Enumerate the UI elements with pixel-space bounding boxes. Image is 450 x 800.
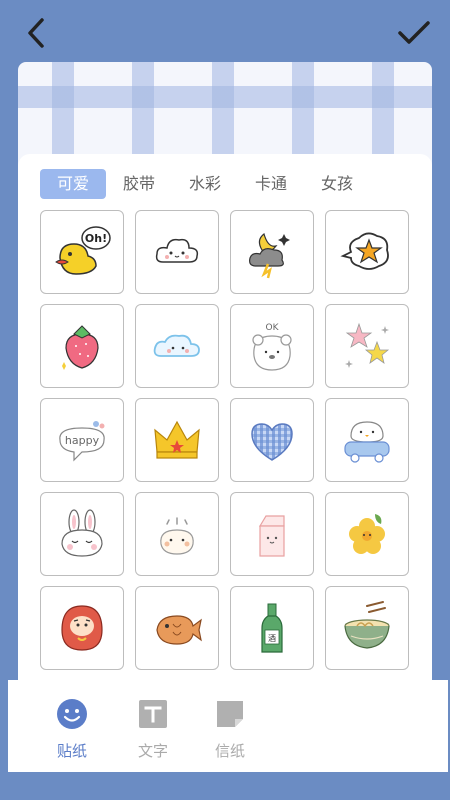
sake-bottle-icon: 酒 bbox=[261, 603, 283, 653]
sticker-text-sake: 酒 bbox=[268, 634, 276, 643]
sticker-sake-bottle[interactable]: 酒 bbox=[230, 586, 314, 670]
star-bubble-icon bbox=[340, 232, 389, 270]
duck-icon: Oh! bbox=[55, 226, 111, 275]
sticker-ramen-bowl[interactable] bbox=[325, 586, 409, 670]
bird-car-icon bbox=[344, 421, 390, 463]
moon-storm-icon bbox=[249, 232, 290, 279]
tab-watercolor[interactable]: 水彩 bbox=[172, 169, 238, 199]
strawberry-icon bbox=[62, 325, 99, 370]
blue-cloud-icon bbox=[153, 334, 200, 357]
sticker-ok-bear[interactable]: OK bbox=[230, 304, 314, 388]
text-t-icon bbox=[137, 698, 169, 730]
sticker-cloud-face[interactable] bbox=[135, 210, 219, 294]
sticker-hamster[interactable] bbox=[135, 492, 219, 576]
stars-icon bbox=[345, 322, 390, 368]
happy-bubble-icon: happy bbox=[59, 421, 105, 462]
sticker-yellow-flower[interactable] bbox=[325, 492, 409, 576]
back-icon[interactable] bbox=[22, 16, 52, 50]
plaid-heart-icon bbox=[251, 423, 293, 461]
tab-tape[interactable]: 胶带 bbox=[106, 169, 172, 199]
sticker-strawberry[interactable] bbox=[40, 304, 124, 388]
crown-icon bbox=[154, 420, 200, 459]
sticker-text-ok: OK bbox=[266, 323, 280, 333]
top-bar bbox=[0, 0, 450, 60]
ramen-bowl-icon bbox=[344, 601, 390, 649]
sticker-daruma[interactable] bbox=[40, 586, 124, 670]
taiyaki-icon bbox=[156, 615, 202, 645]
ok-bear-icon: OK bbox=[252, 323, 292, 371]
sticker-happy-bubble[interactable]: happy bbox=[40, 398, 124, 482]
sticker-text-happy: happy bbox=[65, 434, 100, 447]
sticker-taiyaki[interactable] bbox=[135, 586, 219, 670]
sticker-bird-car[interactable] bbox=[325, 398, 409, 482]
nav-stickers[interactable]: 贴纸 bbox=[42, 698, 102, 761]
sticker-star-bubble[interactable] bbox=[325, 210, 409, 294]
hamster-icon bbox=[160, 517, 194, 555]
sticker-panel: 可爱 胶带 水彩 卡通 女孩 Oh! OK happy 酒 bbox=[18, 154, 432, 680]
nav-letter-paper[interactable]: 信纸 bbox=[200, 698, 260, 761]
sticker-bunny[interactable] bbox=[40, 492, 124, 576]
tab-girl[interactable]: 女孩 bbox=[304, 169, 370, 199]
confirm-check-icon[interactable] bbox=[396, 18, 432, 48]
nav-letter-paper-label: 信纸 bbox=[214, 742, 245, 760]
sticker-crown[interactable] bbox=[135, 398, 219, 482]
sticker-moon-storm[interactable] bbox=[230, 210, 314, 294]
sticker-stars[interactable] bbox=[325, 304, 409, 388]
cloud-face-icon bbox=[155, 238, 199, 263]
category-tabs: 可爱 胶带 水彩 卡通 女孩 bbox=[40, 168, 370, 200]
bunny-icon bbox=[61, 509, 103, 557]
sticker-text-oh: Oh! bbox=[85, 232, 107, 245]
nav-text-label: 文字 bbox=[137, 742, 168, 760]
bottom-toolbar: 贴纸 文字 信纸 bbox=[8, 680, 448, 772]
nav-stickers-label: 贴纸 bbox=[56, 742, 87, 760]
nav-text[interactable]: 文字 bbox=[123, 698, 183, 761]
sticker-plaid-heart[interactable] bbox=[230, 398, 314, 482]
sticker-oh-duck[interactable]: Oh! bbox=[40, 210, 124, 294]
sticker-cloud-blush[interactable] bbox=[135, 304, 219, 388]
tab-cartoon[interactable]: 卡通 bbox=[238, 169, 304, 199]
smiley-icon bbox=[56, 698, 88, 730]
letter-paper-icon bbox=[214, 698, 246, 730]
tab-cute[interactable]: 可爱 bbox=[40, 169, 106, 199]
sticker-milk-carton[interactable] bbox=[230, 492, 314, 576]
yellow-flower-icon bbox=[349, 514, 385, 554]
daruma-icon bbox=[61, 605, 103, 651]
milk-carton-icon bbox=[258, 515, 285, 557]
